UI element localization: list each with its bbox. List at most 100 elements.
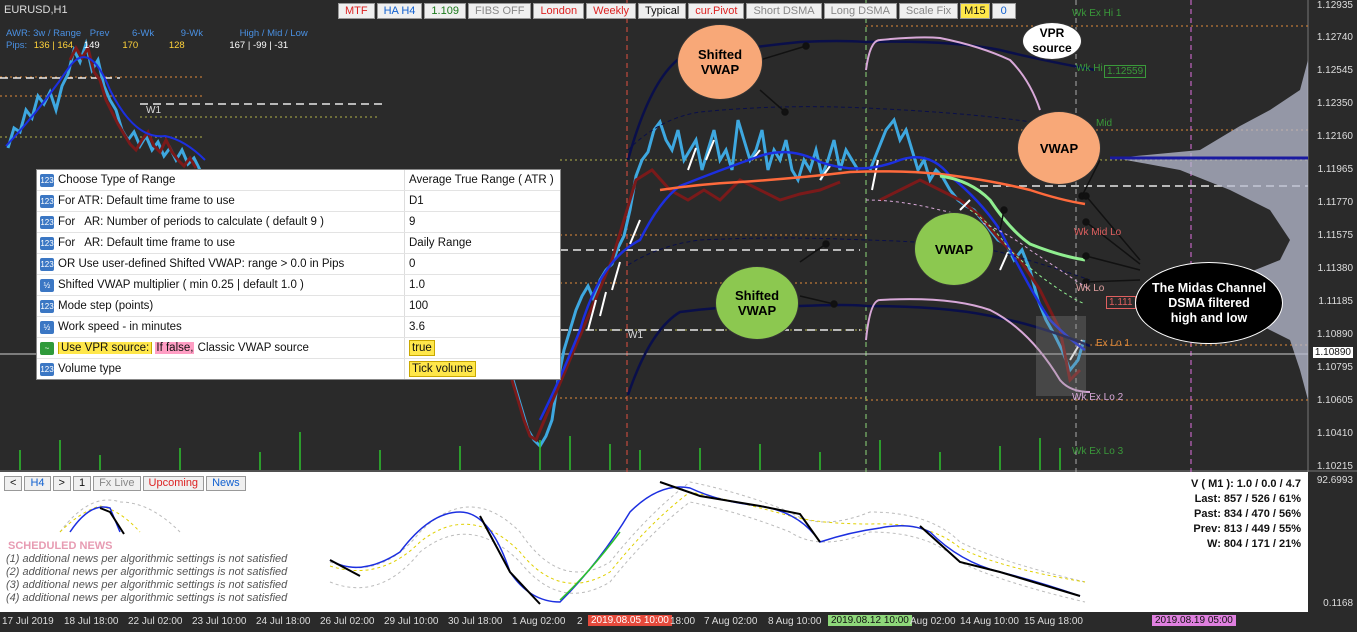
stat-w: W: 804 / 171 / 21% [1207, 538, 1301, 550]
awr-col-prev: Prev [89, 28, 110, 39]
awr-col-6wk: 6-Wk [131, 28, 155, 39]
scheduled-news-title: SCHEDULED NEWS [8, 540, 113, 552]
fx-live-button[interactable]: Fx Live [93, 476, 141, 491]
classic-vwap-note: Classic VWAP source [194, 342, 309, 354]
awr-val-6wk: 170 [122, 40, 139, 51]
if-false-label: If false, [155, 342, 195, 354]
cur-pivot-button[interactable]: cur.Pivot [688, 3, 745, 19]
m15-button[interactable]: M15 [960, 3, 990, 19]
short-dsma-button[interactable]: Short DSMA [746, 3, 822, 19]
prev-timeframe-button[interactable]: < [4, 476, 23, 491]
integer-param-icon: 123 [40, 194, 54, 208]
param-value[interactable]: 9 [404, 212, 560, 232]
param-name: OR Use user-defined Shifted VWAP: range … [58, 258, 345, 270]
param-value[interactable]: D1 [404, 191, 560, 211]
param-name: Volume type [58, 363, 122, 375]
param-row[interactable]: ½ Work speed - in minutes 3.6 [37, 317, 560, 338]
param-row[interactable]: 123 OR Use user-defined Shifted VWAP: ra… [37, 254, 560, 275]
ex-lo-1-label: Ex Lo 1 [1096, 338, 1130, 349]
param-name: Shifted VWAP multiplier ( min 0.25 | def… [58, 279, 304, 291]
stat-prev: Prev: 813 / 449 / 55% [1193, 523, 1301, 535]
wk-ex-lo-2-label: Wk Ex Lo 2 [1072, 392, 1124, 403]
param-row[interactable]: 123 For AR: Number of periods to calcula… [37, 212, 560, 233]
param-name: Mode step (points) [58, 300, 154, 312]
time-tick: 23 Jul 10:00 [192, 616, 247, 627]
integer-param-icon: 123 [40, 173, 54, 187]
param-row[interactable]: 123 Volume type Tick volume [37, 359, 560, 379]
param-value[interactable]: 3.6 [404, 317, 560, 337]
param-value[interactable]: Average True Range ( ATR ) [404, 170, 560, 190]
time-tick: 17 Jul 2019 [2, 616, 54, 627]
awr-val-9wk: 128 [168, 40, 185, 51]
wk-lo-value: 1.111 [1106, 296, 1136, 309]
price-tick: 1.12935 [1316, 0, 1353, 11]
ha-h4-button[interactable]: HA H4 [376, 3, 423, 19]
awr-val-range: 136 | 164 [33, 40, 74, 51]
price-tick: 1.11380 [1317, 263, 1353, 274]
vpr-source-param-label: Use VPR source: [58, 342, 153, 354]
w1-label-left: W1 [146, 105, 161, 116]
oscillator-subwindow[interactable] [0, 472, 1357, 612]
param-row[interactable]: 123 For AR: Default time frame to use Da… [37, 233, 560, 254]
param-name: Work speed - in minutes [58, 321, 182, 333]
price-tick: 1.12740 [1316, 32, 1353, 43]
mtf-button[interactable]: MTF [338, 3, 375, 19]
news-line: (4) additional news per algorithmic sett… [6, 592, 288, 604]
awr-col-range: AWR: 3w / Range [6, 28, 82, 39]
param-row[interactable]: ½ Shifted VWAP multiplier ( min 0.25 | d… [37, 275, 560, 296]
weekly-time-badge: 2019.08.12 10:00 [828, 615, 912, 626]
wk-hi-value: 1.12559 [1104, 65, 1147, 78]
param-row[interactable]: 123 Choose Type of Range Average True Ra… [37, 170, 560, 191]
scale-fix-button[interactable]: Scale Fix [898, 3, 959, 19]
upcoming-button[interactable]: Upcoming [142, 476, 205, 491]
param-value[interactable]: Daily Range [404, 233, 560, 253]
timeframe-h4-button[interactable]: H4 [24, 476, 51, 491]
news-button[interactable]: News [206, 476, 246, 491]
time-tick: 22 Jul 02:00 [128, 616, 183, 627]
fibs-button[interactable]: FIBS OFF [467, 3, 532, 19]
long-dsma-button[interactable]: Long DSMA [823, 3, 897, 19]
w1-label-mid: W1 [628, 330, 643, 341]
vwap-mid-bubble: VWAP [914, 212, 994, 286]
param-row[interactable]: 123 Mode step (points) 100 [37, 296, 560, 317]
time-tick: 14 Aug 10:00 [960, 616, 1019, 627]
mid-label: Mid [1096, 118, 1113, 129]
stat-past: Past: 834 / 470 / 56% [1193, 508, 1301, 520]
time-tick: 1 Aug 02:00 [512, 616, 566, 627]
shifted-vwap-top-bubble: Shifted VWAP [677, 24, 763, 100]
wk-hi-label: Wk Hi [1076, 63, 1103, 74]
next-timeframe-button[interactable]: > [52, 476, 71, 491]
typical-button[interactable]: Typical [638, 3, 687, 19]
price-tick: 1.10605 [1316, 395, 1353, 406]
param-value[interactable]: 1.0 [404, 275, 560, 295]
price-tick: 1.10795 [1316, 362, 1353, 373]
wk-ex-lo-3-label: Wk Ex Lo 3 [1072, 446, 1124, 457]
price-tick: 1.12160 [1316, 131, 1353, 142]
page-1-button[interactable]: 1 [72, 476, 92, 491]
zero-button[interactable]: 0 [991, 3, 1016, 19]
shifted-vwap-bottom-bubble: Shifted VWAP [715, 266, 799, 340]
current-price-badge: 1.10890 [1312, 347, 1353, 358]
price-button[interactable]: 1.109 [424, 3, 466, 19]
price-tick: 1.11965 [1317, 164, 1353, 175]
news-line: (3) additional news per algorithmic sett… [6, 579, 288, 591]
time-tick: 2 [577, 616, 583, 627]
price-tick: 1.12545 [1316, 65, 1353, 76]
stat-last: Last: 857 / 526 / 61% [1194, 493, 1301, 505]
vpr-source-value[interactable]: true [409, 340, 435, 356]
param-row[interactable]: 123 For ATR: Default time frame to use D… [37, 191, 560, 212]
time-tick: 18:00 [670, 616, 696, 627]
integer-param-icon: 123 [40, 362, 54, 376]
param-value[interactable]: 0 [404, 254, 560, 274]
integer-param-icon: 123 [40, 299, 54, 313]
london-button[interactable]: London [533, 3, 585, 19]
param-row-vpr-source[interactable]: ~ Use VPR source: If false, Classic VWAP… [37, 338, 560, 359]
stat-v-m1: V ( M1 ): 1.0 / 0.0 / 4.7 [1190, 478, 1301, 490]
param-value-vpr[interactable]: true [404, 338, 560, 358]
weekly-button[interactable]: Weekly [586, 3, 637, 19]
volume-type-value[interactable]: Tick volume [409, 361, 476, 377]
volume-stats: V ( M1 ): 1.0 / 0.0 / 4.7 Last: 857 / 52… [1191, 477, 1301, 552]
param-name: For AR: Default time frame to use [58, 237, 236, 249]
param-value-volume-type[interactable]: Tick volume [404, 359, 560, 379]
param-value[interactable]: 100 [404, 296, 560, 316]
